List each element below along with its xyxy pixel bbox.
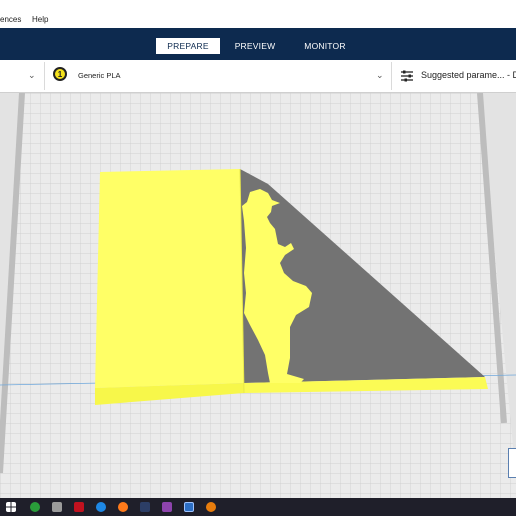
xbox-icon[interactable] — [30, 502, 40, 512]
chevron-down-icon[interactable]: ⌄ — [376, 70, 384, 81]
material-selector[interactable]: Generic PLA — [78, 71, 121, 80]
netflix-icon[interactable] — [74, 502, 84, 512]
edge-icon[interactable] — [96, 502, 106, 512]
tab-prepare[interactable]: PREPARE — [156, 38, 220, 54]
print-settings-selector[interactable]: Suggested parame... - Dra — [421, 70, 516, 80]
file-explorer-icon[interactable] — [52, 502, 62, 512]
view-orientation-button[interactable] — [508, 448, 516, 478]
build-plate-scene — [0, 92, 516, 498]
windows-start-icon[interactable] — [6, 502, 16, 512]
blender-icon[interactable] — [206, 502, 216, 512]
cura-icon[interactable] — [184, 502, 194, 512]
menu-preferences[interactable]: ences — [0, 15, 21, 24]
game-icon[interactable] — [162, 502, 172, 512]
3d-viewport[interactable] — [0, 92, 516, 498]
stage-navigation: PREPARE PREVIEW MONITOR — [0, 28, 516, 60]
sliders-icon[interactable] — [400, 69, 414, 83]
menu-help[interactable]: Help — [32, 15, 48, 24]
menu-bar: ences Help — [0, 0, 516, 28]
tab-preview[interactable]: PREVIEW — [228, 38, 282, 54]
firefox-icon[interactable] — [118, 502, 128, 512]
extruder-icon[interactable]: 1 — [53, 67, 67, 81]
steam-icon[interactable] — [140, 502, 150, 512]
divider — [44, 62, 45, 90]
divider — [391, 62, 392, 90]
tab-monitor[interactable]: MONITOR — [296, 38, 354, 54]
chevron-down-icon[interactable]: ⌄ — [28, 70, 36, 81]
taskbar — [0, 498, 516, 516]
